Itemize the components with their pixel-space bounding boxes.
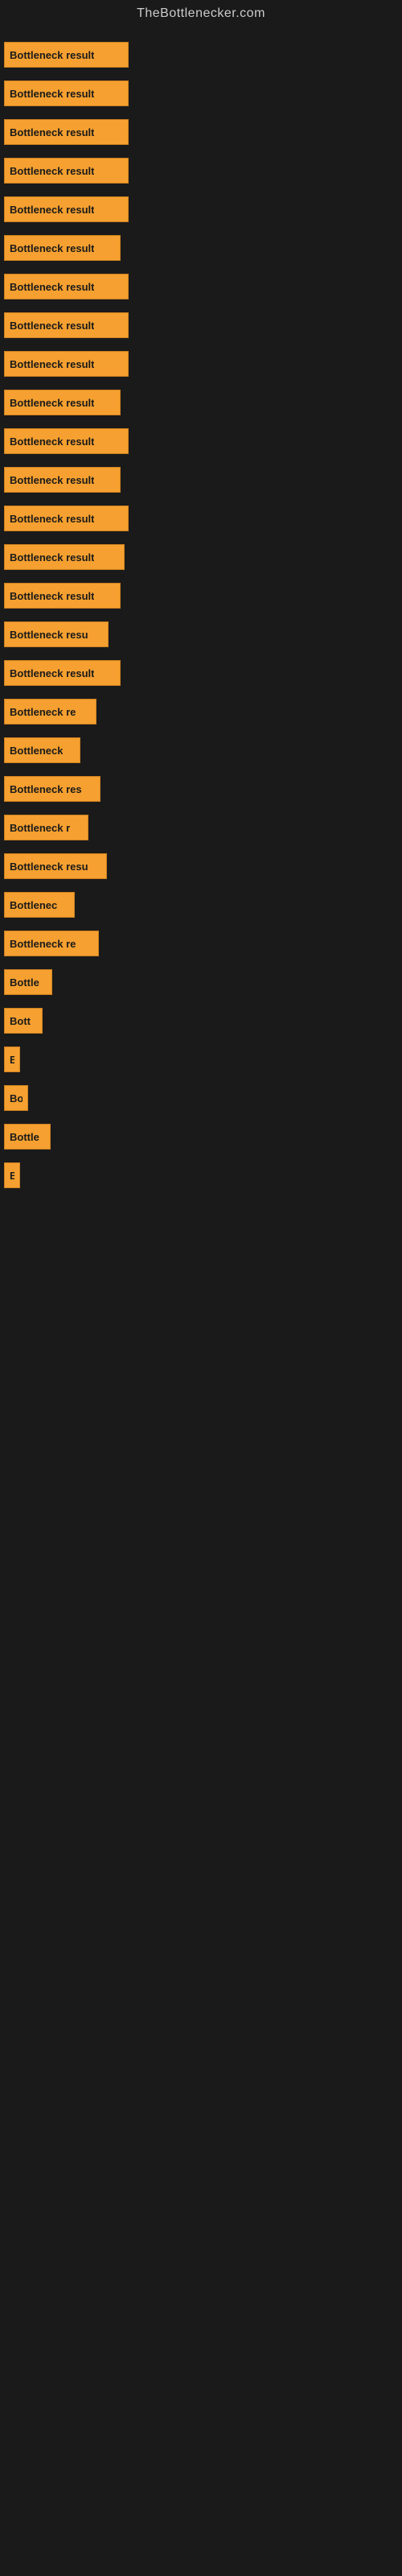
bar-row: Bottleneck result: [4, 499, 402, 538]
site-title: TheBottlenecker.com: [0, 0, 402, 27]
bottleneck-bar: Bottleneck re: [4, 699, 96, 724]
bottleneck-bar: Bottleneck res: [4, 776, 100, 802]
bar-label: Bottleneck: [10, 745, 63, 757]
bar-row: Bottleneck result: [4, 35, 402, 74]
bar-label: Bottle: [10, 976, 39, 989]
bar-row: Bottleneck res: [4, 770, 402, 808]
bottleneck-bar: Bottleneck result: [4, 274, 129, 299]
bar-label: Bottleneck result: [10, 474, 94, 486]
bottleneck-bar: Bottleneck result: [4, 660, 121, 686]
bottleneck-bar: Bottle: [4, 969, 52, 995]
bar-row: Bottleneck result: [4, 345, 402, 383]
bar-label: Bottleneck result: [10, 165, 94, 177]
bar-row: Bottleneck resu: [4, 615, 402, 654]
bar-label: Bottleneck result: [10, 397, 94, 409]
bottleneck-bar: Bottle: [4, 1124, 51, 1150]
bottleneck-bar: Bottleneck r: [4, 815, 88, 840]
bar-row: Bott: [4, 1001, 402, 1040]
bottleneck-bar: Bottleneck result: [4, 80, 129, 106]
bar-label: Bottleneck re: [10, 938, 76, 950]
bar-row: Bottle: [4, 1117, 402, 1156]
bar-row: Bottleneck resu: [4, 847, 402, 886]
bar-row: B: [4, 1156, 402, 1195]
bar-label: Bottleneck resu: [10, 629, 88, 641]
bottleneck-bar: B: [4, 1162, 20, 1188]
bar-row: Bottleneck result: [4, 576, 402, 615]
bar-row: Bottleneck re: [4, 924, 402, 963]
bottleneck-bar: Bottleneck result: [4, 119, 129, 145]
bar-label: Bottle: [10, 1131, 39, 1143]
bar-label: Bott: [10, 1015, 31, 1027]
bottleneck-bar: Bo: [4, 1085, 28, 1111]
bar-row: Bottlenec: [4, 886, 402, 924]
bar-row: Bottle: [4, 963, 402, 1001]
bar-row: Bottleneck result: [4, 654, 402, 692]
bar-label: Bottleneck result: [10, 281, 94, 293]
bar-row: Bottleneck r: [4, 808, 402, 847]
bar-row: Bottleneck result: [4, 190, 402, 229]
bar-row: Bottleneck result: [4, 460, 402, 499]
bottleneck-bar: Bottleneck result: [4, 544, 125, 570]
bar-label: Bottleneck r: [10, 822, 70, 834]
bottleneck-bar: Bottleneck result: [4, 390, 121, 415]
bottleneck-bar: Bottleneck resu: [4, 853, 107, 879]
bottleneck-bar: Bottleneck result: [4, 42, 129, 68]
bottleneck-bar: Bottleneck: [4, 737, 80, 763]
bottleneck-bar: Bottleneck resu: [4, 621, 109, 647]
bottleneck-bar: Bottleneck result: [4, 158, 129, 184]
bar-label: Bottleneck result: [10, 436, 94, 448]
bar-label: Bottleneck result: [10, 667, 94, 679]
bottleneck-bar: Bottleneck result: [4, 312, 129, 338]
bottleneck-bar: Bottleneck result: [4, 506, 129, 531]
bar-label: Bottleneck result: [10, 551, 94, 564]
bar-label: Bottleneck result: [10, 513, 94, 525]
bar-label: Bottleneck result: [10, 88, 94, 100]
bar-label: Bottleneck resu: [10, 861, 88, 873]
bar-row: Bottleneck result: [4, 306, 402, 345]
bar-row: Bottleneck re: [4, 692, 402, 731]
bar-row: Bottleneck result: [4, 74, 402, 113]
bottleneck-bar: Bottleneck re: [4, 931, 99, 956]
bar-row: Bottleneck result: [4, 422, 402, 460]
bottleneck-bar: Bottlenec: [4, 892, 75, 918]
bar-label: Bottleneck result: [10, 320, 94, 332]
bar-row: Bottleneck result: [4, 113, 402, 151]
bar-label: Bottleneck result: [10, 49, 94, 61]
bar-row: Bottleneck result: [4, 267, 402, 306]
bar-row: Bottleneck result: [4, 538, 402, 576]
bar-label: Bottleneck res: [10, 783, 82, 795]
bar-label: Bottleneck re: [10, 706, 76, 718]
bar-row: Bottleneck result: [4, 151, 402, 190]
bar-label: Bottlenec: [10, 899, 57, 911]
bottleneck-bar: Bottleneck result: [4, 428, 129, 454]
bar-row: Bottleneck result: [4, 383, 402, 422]
bottleneck-bar: B: [4, 1046, 20, 1072]
bar-label: Bo: [10, 1092, 23, 1104]
bar-row: Bo: [4, 1079, 402, 1117]
bar-row: Bottleneck: [4, 731, 402, 770]
bottleneck-bar: Bottleneck result: [4, 467, 121, 493]
bar-label: Bottleneck result: [10, 204, 94, 216]
bars-container: Bottleneck result Bottleneck result Bottle…: [0, 27, 402, 1203]
bar-label: B: [10, 1054, 14, 1066]
bar-label: B: [10, 1170, 14, 1182]
bottleneck-bar: Bottleneck result: [4, 196, 129, 222]
bar-label: Bottleneck result: [10, 126, 94, 138]
bottleneck-bar: Bottleneck result: [4, 351, 129, 377]
bottleneck-bar: Bottleneck result: [4, 235, 121, 261]
bar-label: Bottleneck result: [10, 242, 94, 254]
bar-row: B: [4, 1040, 402, 1079]
bar-label: Bottleneck result: [10, 358, 94, 370]
bar-row: Bottleneck result: [4, 229, 402, 267]
bottleneck-bar: Bott: [4, 1008, 43, 1034]
bottleneck-bar: Bottleneck result: [4, 583, 121, 609]
bar-label: Bottleneck result: [10, 590, 94, 602]
